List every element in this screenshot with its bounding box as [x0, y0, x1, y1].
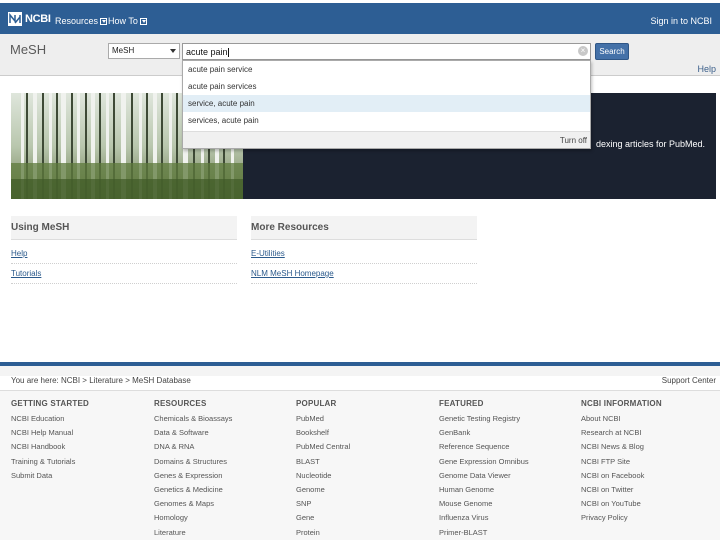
footer-link[interactable]: NCBI Handbook	[11, 440, 89, 454]
footer-link[interactable]: Genetics & Medicine	[154, 483, 232, 497]
footer-link[interactable]: Mouse Genome	[439, 497, 529, 511]
footer-link[interactable]: Research at NCBI	[581, 426, 662, 440]
using-mesh-heading: Using MeSH	[11, 216, 237, 240]
autocomplete-item[interactable]: acute pain service	[183, 61, 590, 78]
chevron-down-icon	[100, 17, 108, 25]
footer-link[interactable]: Protein	[296, 526, 350, 540]
site-footer: GETTING STARTED NCBI Education NCBI Help…	[0, 390, 720, 540]
footer-link[interactable]: NCBI on Twitter	[581, 483, 662, 497]
logo-text: NCBI	[25, 13, 51, 25]
e-utilities-link[interactable]: E-Utilities	[251, 244, 477, 264]
footer-column-title: RESOURCES	[154, 399, 207, 408]
clear-search-icon[interactable]: ×	[578, 46, 588, 56]
footer-column-getting-started: GETTING STARTED NCBI Education NCBI Help…	[11, 399, 89, 483]
search-input[interactable]: acute pain	[182, 43, 591, 60]
autocomplete-item[interactable]: services, acute pain	[183, 112, 590, 129]
footer-link[interactable]: PubMed Central	[296, 440, 350, 454]
footer-link[interactable]: Training & Tutorials	[11, 455, 89, 469]
footer-link[interactable]: Human Genome	[439, 483, 529, 497]
footer-link[interactable]: Genes & Expression	[154, 469, 232, 483]
footer-link[interactable]: Gene	[296, 511, 350, 525]
footer-link[interactable]: Genome	[296, 483, 350, 497]
chevron-down-icon	[139, 17, 147, 25]
footer-link[interactable]: NCBI Education	[11, 412, 89, 426]
footer-link[interactable]: SNP	[296, 497, 350, 511]
autocomplete-footer: Turn off	[183, 131, 590, 148]
database-select[interactable]: MeSH	[108, 43, 180, 59]
autocomplete-item-highlighted[interactable]: service, acute pain	[183, 95, 590, 112]
hero-description: dexing articles for PubMed.	[596, 139, 706, 149]
footer-link[interactable]: Bookshelf	[296, 426, 350, 440]
resources-menu-label: Resources	[55, 16, 99, 26]
footer-link[interactable]: Primer-BLAST	[439, 526, 529, 540]
help-tutorial-link[interactable]: Help	[11, 244, 237, 264]
footer-link[interactable]: NCBI on Facebook	[581, 469, 662, 483]
autocomplete-item[interactable]: acute pain services	[183, 78, 590, 95]
database-select-value: MeSH	[112, 46, 135, 55]
dropdown-arrow-icon	[170, 49, 176, 53]
footer-link[interactable]: NCBI FTP Site	[581, 455, 662, 469]
footer-link[interactable]: BLAST	[296, 455, 350, 469]
top-nav-bar: NCBI Resources How To Sign in to NCBI	[0, 0, 720, 34]
more-resources-section: More Resources E-Utilities NLM MeSH Home…	[251, 216, 477, 284]
footer-link[interactable]: Nucleotide	[296, 469, 350, 483]
using-mesh-section: Using MeSH Help Tutorials	[11, 216, 237, 284]
footer-column-resources: RESOURCES Chemicals & Bioassays Data & S…	[154, 399, 232, 540]
nlm-mesh-homepage-link[interactable]: NLM MeSH Homepage	[251, 264, 477, 284]
footer-column-ncbi-information: NCBI INFORMATION About NCBI Research at …	[581, 399, 662, 526]
help-link[interactable]: Help	[697, 64, 716, 74]
ncbi-logo[interactable]: NCBI	[8, 12, 51, 26]
autocomplete-dropdown: acute pain service acute pain services s…	[182, 60, 591, 149]
how-to-menu-label: How To	[108, 16, 138, 26]
footer-link[interactable]: NCBI Help Manual	[11, 426, 89, 440]
more-resources-heading: More Resources	[251, 216, 477, 240]
footer-link[interactable]: Chemicals & Bioassays	[154, 412, 232, 426]
breadcrumb[interactable]: You are here: NCBI > Literature > MeSH D…	[11, 376, 191, 385]
footer-link[interactable]: Influenza Virus	[439, 511, 529, 525]
footer-link[interactable]: Literature	[154, 526, 232, 540]
footer-link[interactable]: NCBI News & Blog	[581, 440, 662, 454]
footer-link[interactable]: Data & Software	[154, 426, 232, 440]
footer-column-title: NCBI INFORMATION	[581, 399, 662, 408]
footer-column-popular: POPULAR PubMed Bookshelf PubMed Central …	[296, 399, 350, 540]
sign-in-link[interactable]: Sign in to NCBI	[650, 16, 712, 26]
database-title[interactable]: MeSH	[10, 42, 46, 57]
footer-link[interactable]: Gene Expression Omnibus	[439, 455, 529, 469]
footer-column-title: POPULAR	[296, 399, 337, 408]
footer-column-title: FEATURED	[439, 399, 484, 408]
resources-menu[interactable]: Resources	[55, 16, 108, 26]
footer-column-featured: FEATURED Genetic Testing Registry GenBan…	[439, 399, 529, 540]
how-to-menu[interactable]: How To	[108, 16, 147, 26]
footer-column-title: GETTING STARTED	[11, 399, 89, 408]
footer-link[interactable]: About NCBI	[581, 412, 662, 426]
footer-link[interactable]: PubMed	[296, 412, 350, 426]
search-input-value: acute pain	[186, 47, 228, 57]
footer-link[interactable]: Genomes & Maps	[154, 497, 232, 511]
footer-link[interactable]: Privacy Policy	[581, 511, 662, 525]
footer-link[interactable]: DNA & RNA	[154, 440, 232, 454]
tutorials-link[interactable]: Tutorials	[11, 264, 237, 284]
footer-link[interactable]: Homology	[154, 511, 232, 525]
footer-link[interactable]: Genetic Testing Registry	[439, 412, 529, 426]
footer-link[interactable]: Reference Sequence	[439, 440, 529, 454]
footer-link[interactable]: Genome Data Viewer	[439, 469, 529, 483]
ncbi-logo-icon	[8, 12, 22, 26]
footer-strip	[0, 366, 720, 376]
footer-link[interactable]: Domains & Structures	[154, 455, 232, 469]
support-center-link[interactable]: Support Center	[662, 376, 716, 385]
footer-link[interactable]: GenBank	[439, 426, 529, 440]
footer-link[interactable]: NCBI on YouTube	[581, 497, 662, 511]
search-button[interactable]: Search	[595, 43, 629, 60]
footer-link[interactable]: Submit Data	[11, 469, 89, 483]
turn-off-autocomplete-link[interactable]: Turn off	[560, 136, 587, 145]
